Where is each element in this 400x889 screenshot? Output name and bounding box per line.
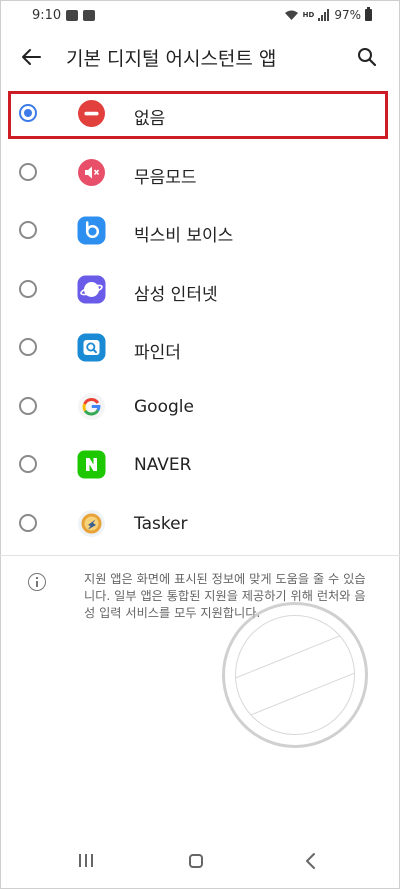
option-none[interactable]: 없음 <box>0 86 400 145</box>
status-time: 9:10 <box>32 8 62 23</box>
radio-button[interactable] <box>19 455 37 473</box>
arrow-left-icon <box>22 49 41 65</box>
notification-icons <box>66 10 95 21</box>
google-icon <box>77 392 106 421</box>
status-bar: 9:10 HD 97% <box>0 0 400 34</box>
hd-voice-badge: HD <box>302 10 315 19</box>
no-entry-icon <box>77 99 106 128</box>
radio-button[interactable] <box>19 513 37 532</box>
search-icon <box>358 48 377 67</box>
radio-button-selected[interactable] <box>19 104 37 122</box>
option-label: 빅스비 보이스 <box>134 226 234 246</box>
recents-icon <box>79 854 81 867</box>
option-tasker[interactable]: Tasker <box>0 496 400 555</box>
chevron-left-icon <box>306 853 315 869</box>
radio-button[interactable] <box>19 338 37 356</box>
samsung-internet-icon <box>77 275 106 304</box>
option-naver[interactable]: NAVER <box>0 437 400 496</box>
nav-back-button[interactable] <box>303 852 319 870</box>
bixby-icon <box>77 216 106 245</box>
option-label: 삼성 인터넷 <box>134 284 218 305</box>
mute-speaker-icon <box>77 158 106 187</box>
home-button[interactable] <box>189 854 203 868</box>
option-finder[interactable]: 파인더 <box>0 320 400 379</box>
option-label: Google <box>134 396 194 417</box>
signal-icon <box>318 9 330 21</box>
app-notification-icon <box>83 10 95 21</box>
section-divider <box>0 555 400 556</box>
option-label: 없음 <box>134 109 166 129</box>
radio-button[interactable] <box>19 396 37 415</box>
battery-percent: 97% <box>334 8 361 22</box>
option-label: Tasker <box>134 513 188 534</box>
info-icon <box>28 573 46 591</box>
page-title: 기본 디지털 어시스턴트 앱 <box>66 48 277 70</box>
back-button[interactable] <box>18 44 44 70</box>
radio-button[interactable] <box>19 221 37 239</box>
option-mute-mode[interactable]: 무음모드 <box>0 145 400 204</box>
wifi-icon <box>284 10 298 20</box>
recents-icon <box>91 854 93 867</box>
option-google[interactable]: Google <box>0 379 400 438</box>
assistant-app-list: 없음 무음모드 빅스비 보이스 삼성 인터넷 파인더 Google NAVER … <box>0 86 400 554</box>
option-samsung-internet[interactable]: 삼성 인터넷 <box>0 262 400 321</box>
search-button[interactable] <box>354 44 380 70</box>
option-bixby-voice[interactable]: 빅스비 보이스 <box>0 203 400 262</box>
option-label: 무음모드 <box>134 167 197 188</box>
gallery-notification-icon <box>66 10 78 21</box>
status-right: HD 97% <box>284 7 372 22</box>
radio-button[interactable] <box>19 162 37 181</box>
tasker-icon <box>77 509 106 538</box>
app-bar: 기본 디지털 어시스턴트 앱 <box>0 34 400 80</box>
option-label: 파인더 <box>134 343 181 363</box>
finder-icon <box>77 333 106 362</box>
recents-button[interactable] <box>79 854 93 867</box>
navigation-bar <box>0 834 400 889</box>
naver-icon <box>77 450 106 479</box>
radio-button[interactable] <box>19 279 37 298</box>
option-label: NAVER <box>134 455 192 475</box>
battery-icon <box>365 7 372 21</box>
recents-icon <box>85 854 87 867</box>
